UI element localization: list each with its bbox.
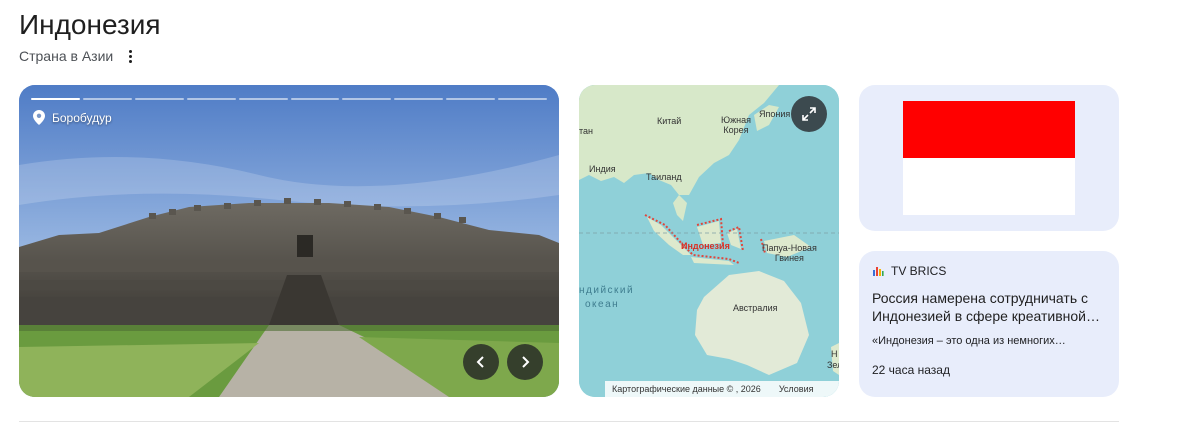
map-expand-button[interactable]: [791, 96, 827, 132]
news-snippet: «Индонезия – это одна из немногих…: [872, 335, 1066, 347]
location-pin-icon: [33, 110, 45, 125]
map-label-nz-1: Н: [831, 349, 838, 359]
section-divider: [19, 421, 1119, 422]
progress-segment: [186, 98, 236, 100]
map-label-indonesia: Индонезия: [681, 241, 730, 251]
map-label-japan: Япония: [759, 109, 791, 119]
flag-top-stripe: [903, 101, 1075, 158]
photo-location: Боробудур: [33, 110, 112, 125]
news-card[interactable]: TV BRICS Россия намерена сотрудничать с …: [859, 251, 1119, 397]
news-headline[interactable]: Россия намерена сотрудничать с Индонезие…: [872, 289, 1106, 325]
map-label-australia: Австралия: [733, 303, 778, 313]
map-label-south-korea: Южная Корея: [721, 115, 751, 135]
progress-segment: [394, 98, 444, 100]
map-terms-link[interactable]: Условия: [779, 384, 814, 394]
page-title: Индонезия: [19, 9, 161, 40]
progress-segment: [31, 98, 80, 100]
chevron-left-icon: [476, 356, 484, 368]
progress-segment: [446, 98, 496, 100]
knowledge-panel-header: Индонезия Страна в Азии: [19, 8, 161, 64]
indonesia-flag: [903, 101, 1075, 215]
photo-location-label: Боробудур: [52, 110, 112, 125]
map-label-china: Китай: [657, 116, 682, 126]
flag-card[interactable]: [859, 85, 1119, 231]
map-label-ocean: океан: [585, 299, 620, 310]
map-label-stan: тан: [579, 126, 593, 136]
photo-carousel[interactable]: Боробудур: [19, 85, 559, 397]
news-source: TV BRICS: [872, 264, 1106, 278]
subtitle-row: Страна в Азии: [19, 48, 161, 64]
carousel-next-button[interactable]: [507, 344, 543, 380]
flag-bottom-stripe: [903, 158, 1075, 215]
carousel-progress: [31, 98, 548, 100]
map-label-nz-2: Зел: [827, 360, 839, 370]
progress-segment: [342, 98, 392, 100]
progress-segment: [290, 98, 340, 100]
chevron-right-icon: [522, 356, 530, 368]
map-footer: Картографические данные © , 2026 Условия: [605, 381, 839, 397]
progress-segment: [498, 98, 548, 100]
entity-subtitle: Страна в Азии: [19, 48, 114, 64]
map-label-png: Папуа-Новая Гвинея: [762, 243, 817, 263]
tv-brics-logo-icon: [873, 267, 884, 276]
news-source-name: TV BRICS: [891, 264, 947, 278]
map-card[interactable]: Китай Южная Корея Япония тан Индия Таила…: [579, 85, 839, 397]
carousel-prev-button[interactable]: [463, 344, 499, 380]
progress-segment: [134, 98, 184, 100]
progress-segment: [238, 98, 288, 100]
expand-fullscreen-icon: [802, 107, 816, 121]
map-attribution[interactable]: Картографические данные © , 2026: [612, 384, 761, 394]
more-vert-icon[interactable]: [123, 48, 137, 64]
map-label-india: Индия: [589, 164, 616, 174]
news-timestamp: 22 часа назад: [872, 363, 950, 377]
map-label-indian-ocean: ндийский: [579, 285, 635, 296]
progress-segment: [82, 98, 132, 100]
map-label-thailand: Таиланд: [646, 172, 682, 182]
